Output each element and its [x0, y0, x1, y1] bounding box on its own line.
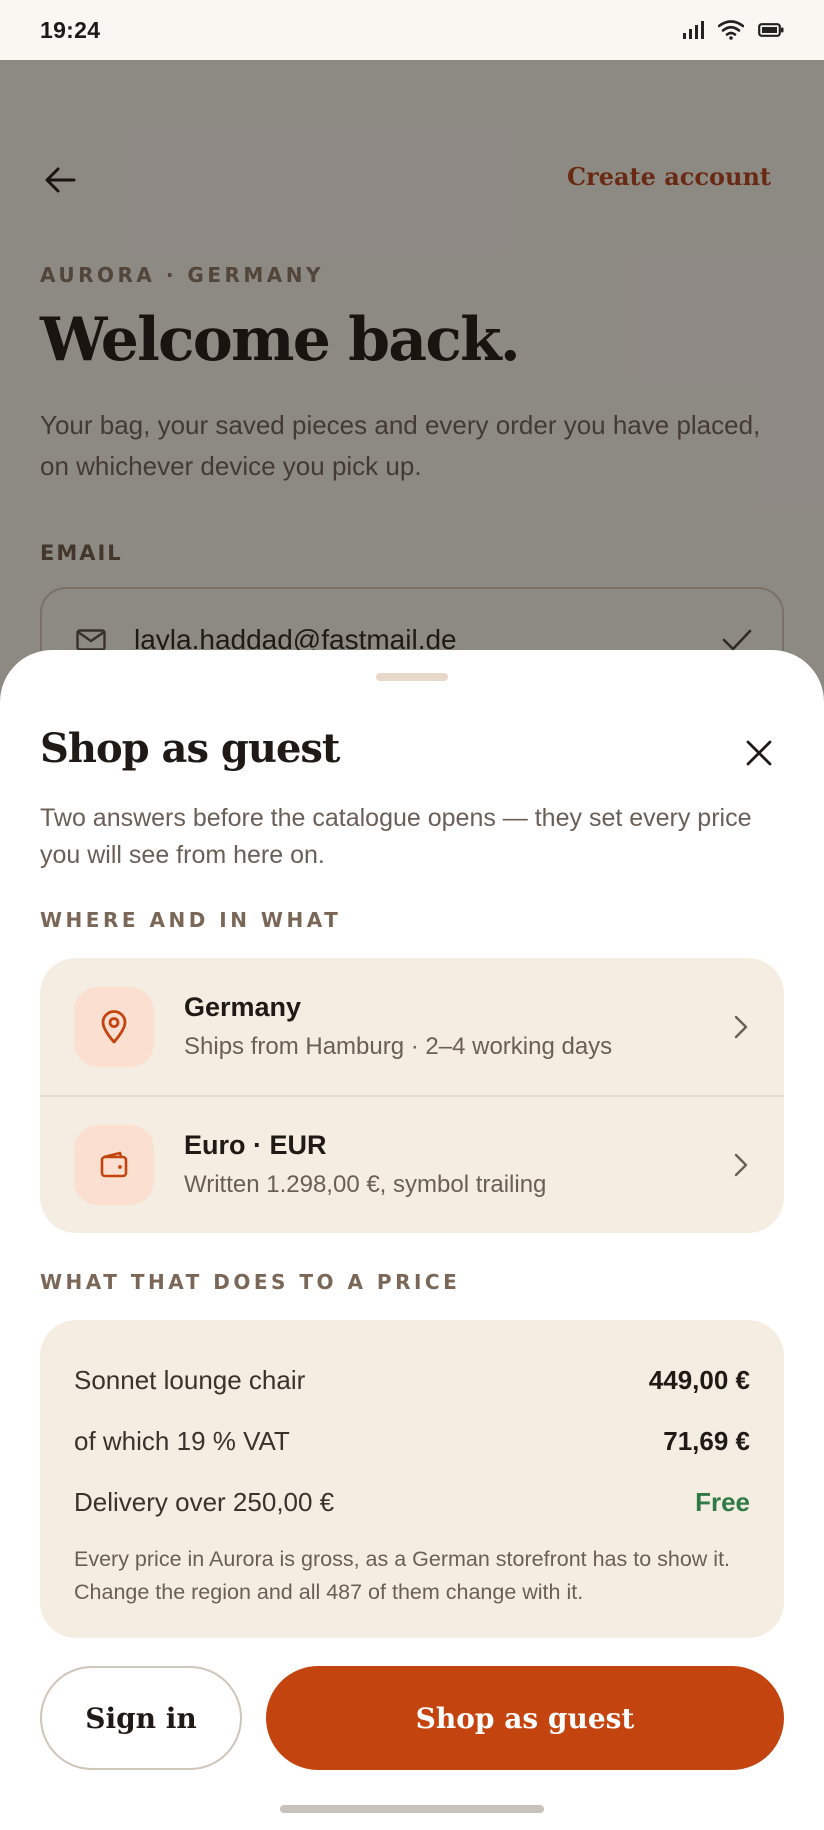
option-currency-title: Euro · EUR: [184, 1130, 327, 1160]
section-label-where: WHERE AND IN WHAT: [40, 908, 342, 932]
chevron-right-icon: [728, 1012, 754, 1042]
sheet-title: Shop as guest: [40, 725, 340, 772]
option-currency[interactable]: Euro · EUR Written 1.298,00 €, symbol tr…: [40, 1095, 784, 1232]
price-row: Sonnet lounge chair 449,00 €: [74, 1350, 750, 1411]
option-currency-subtitle: Written 1.298,00 €, symbol trailing: [184, 1171, 547, 1198]
battery-icon: [758, 23, 784, 37]
chevron-right-icon: [728, 1150, 754, 1180]
signal-icon: [683, 21, 704, 39]
price-preview-card: Sonnet lounge chair 449,00 € of which 19…: [40, 1320, 784, 1638]
sheet-description: Two answers before the catalogue opens —…: [40, 804, 752, 869]
price-row-label: Delivery over 250,00 €: [74, 1487, 335, 1517]
close-icon: [746, 740, 772, 766]
wallet-icon: [74, 1124, 154, 1205]
status-bar: 19:24: [0, 0, 824, 60]
location-pin-icon: [74, 986, 154, 1067]
wifi-icon: [718, 20, 744, 40]
status-time: 19:24: [40, 16, 101, 43]
price-row-value: 71,69 €: [663, 1426, 750, 1456]
option-region-subtitle: Ships from Hamburg · 2–4 working days: [184, 1033, 613, 1060]
home-indicator: [280, 1805, 544, 1813]
price-row-value: 449,00 €: [648, 1365, 750, 1395]
section-label-price: WHAT THAT DOES TO A PRICE: [40, 1270, 461, 1294]
sheet-drag-handle[interactable]: [376, 673, 448, 681]
price-row-label: of which 19 % VAT: [74, 1426, 290, 1456]
close-button[interactable]: [736, 730, 782, 776]
status-icons: [682, 20, 784, 40]
option-region[interactable]: Germany Ships from Hamburg · 2–4 working…: [40, 958, 784, 1095]
price-row: of which 19 % VAT 71,69 €: [74, 1411, 750, 1472]
price-row-label: Sonnet lounge chair: [74, 1365, 306, 1395]
region-currency-card: Germany Ships from Hamburg · 2–4 working…: [40, 958, 784, 1233]
price-row: Delivery over 250,00 € Free: [74, 1472, 750, 1533]
sign-in-button[interactable]: Sign in: [40, 1666, 242, 1770]
price-note: Every price in Aurora is gross, as a Ger…: [74, 1547, 731, 1604]
guest-bottom-sheet: Shop as guest Two answers before the cat…: [0, 650, 824, 1830]
option-region-title: Germany: [184, 992, 302, 1022]
delivery-free-badge: Free: [695, 1487, 750, 1517]
shop-as-guest-button[interactable]: Shop as guest: [266, 1666, 784, 1770]
